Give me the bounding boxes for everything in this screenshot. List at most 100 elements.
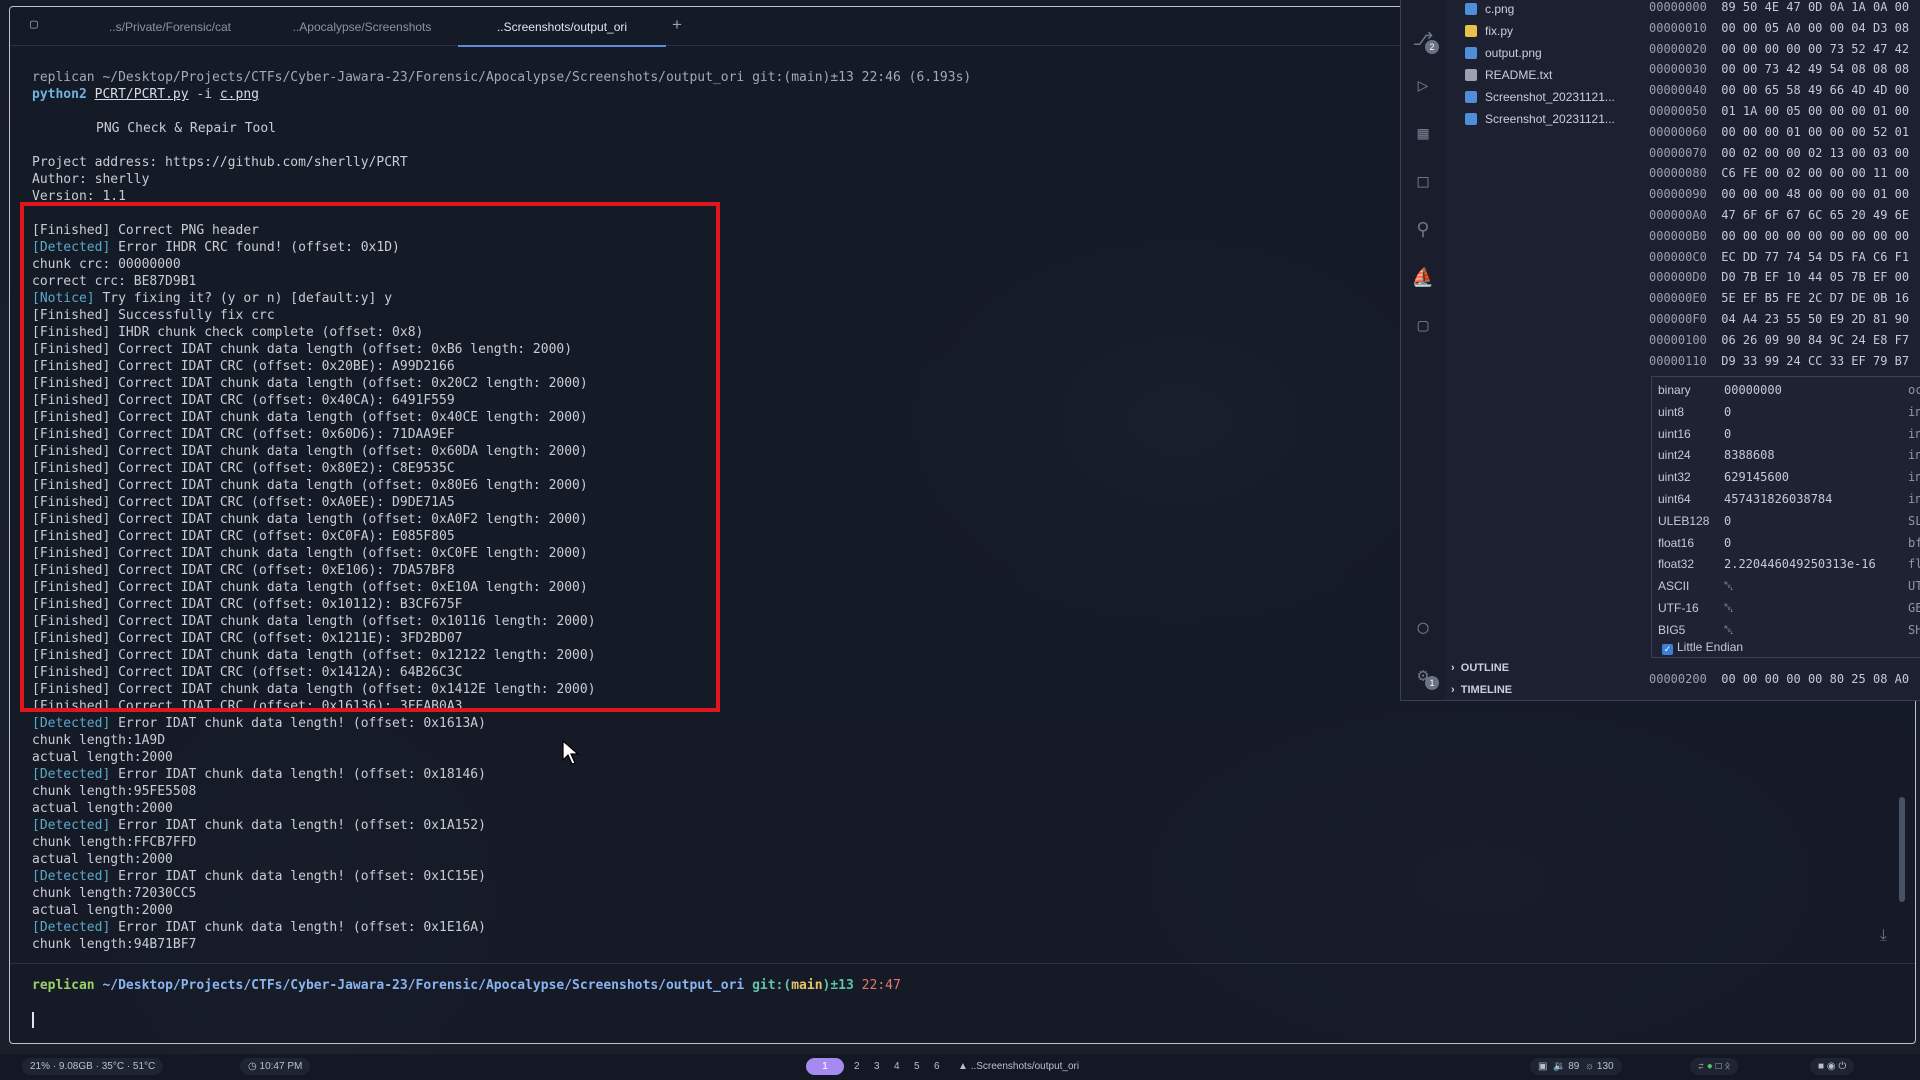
hex-row[interactable]: 00000200 00 00 00 00 00 80 25 08 A0 (1649, 670, 1909, 688)
hex-bytes[interactable]: D0 7B EF 10 44 05 7B EF 00 (1721, 270, 1909, 284)
hex-row[interactable]: 000000B0 00 00 00 00 00 00 00 00 00 (1649, 227, 1909, 245)
hex-bytes[interactable]: 47 6F 6F 67 6C 65 20 49 6E (1721, 208, 1909, 222)
prompt-line-current: replican ~/Desktop/Projects/CTFs/Cyber-J… (32, 978, 901, 993)
tab-private-forensic-cat[interactable]: ..s/Private/Forensic/cat (80, 7, 260, 45)
hex-bytes[interactable]: 01 1A 00 05 00 00 00 01 00 (1721, 104, 1909, 118)
hex-row[interactable]: 00000070 00 02 00 00 02 13 00 03 00 (1649, 144, 1909, 162)
remote-explorer-icon[interactable]: □ (1411, 170, 1435, 194)
scroll-to-bottom-icon[interactable]: ⤓ (1880, 925, 1887, 945)
tab-screenshots-output-ori[interactable]: ..Screenshots/output_ori (458, 7, 666, 47)
tray-indicators[interactable]: ▣ 🔉 89 ☼ 130 (1530, 1058, 1622, 1075)
vscode-window[interactable]: ⎇ 2 ▷ ▦ □ ⚲ ⛵ ▢ ◯ ⚙ 1 c.png fix.py output.… (1400, 0, 1920, 701)
hex-bytes[interactable]: 00 00 00 48 00 00 00 01 00 (1721, 187, 1909, 201)
hex-bytes[interactable]: 89 50 4E 47 0D 0A 1A 0A 00 (1721, 0, 1909, 14)
inspector-value: ␀ (1724, 579, 1734, 594)
extensions-icon[interactable]: ▦ (1411, 122, 1435, 146)
hex-row[interactable]: 00000090 00 00 00 48 00 00 00 01 00 (1649, 185, 1909, 203)
testing-icon[interactable]: ⚲ (1411, 218, 1435, 242)
inspector-row: float16 0 bf (1658, 534, 1920, 552)
inspector-key: uint24 (1658, 448, 1691, 463)
hex-bytes[interactable]: 00 00 65 58 49 66 4D 4D 00 (1721, 83, 1909, 97)
terminal-scrollbar[interactable] (1899, 797, 1905, 902)
inspector-value: 0 (1724, 404, 1732, 419)
hex-bytes[interactable]: EC DD 77 74 54 D5 FA C6 F1 (1721, 250, 1909, 264)
explorer-file-item[interactable]: Screenshot_20231121... (1465, 87, 1615, 107)
new-tab-button[interactable]: + (672, 15, 682, 35)
hex-bytes[interactable]: 00 00 73 42 49 54 08 08 08 (1721, 62, 1909, 76)
hex-row[interactable]: 000000A0 47 6F 6F 67 6C 65 20 49 6E (1649, 206, 1909, 224)
account-icon[interactable]: ◯ (1411, 616, 1435, 640)
output-line: actual length:2000 (32, 851, 173, 868)
file-icon (1465, 3, 1477, 15)
hex-row[interactable]: 00000110 D9 33 99 24 CC 33 EF 79 B7 (1649, 352, 1909, 370)
inspector-type-label: bf (1908, 535, 1920, 550)
output-line: actual length:2000 (32, 749, 173, 766)
explorer-file-item[interactable]: Screenshot_20231121... (1465, 109, 1615, 129)
hex-row[interactable]: 00000010 00 00 05 A0 00 00 04 D3 08 (1649, 19, 1909, 37)
inspector-value: 0 (1724, 513, 1732, 528)
hex-bytes[interactable]: 06 26 09 90 84 9C 24 E8 F7 (1721, 333, 1909, 347)
file-name: Screenshot_20231121... (1485, 90, 1615, 104)
workspace-3[interactable]: 3 (874, 1058, 880, 1075)
clock-icon: ◷ (248, 1061, 257, 1072)
workspace-5[interactable]: 5 (914, 1058, 920, 1075)
hex-bytes[interactable]: 5E EF B5 FE 2C D7 DE 0B 16 (1721, 291, 1909, 305)
hex-bytes[interactable]: 00 02 00 00 02 13 00 03 00 (1721, 146, 1909, 160)
workspace-4[interactable]: 4 (894, 1058, 900, 1075)
output-line: chunk length:FFCB7FFD (32, 834, 196, 851)
hex-bytes[interactable]: 04 A4 23 55 50 E9 2D 81 90 (1721, 312, 1909, 326)
bluetooth-icon: ᛟ (1724, 1061, 1731, 1072)
output-text: chunk length:1A9D (32, 733, 166, 748)
hex-row[interactable]: 000000D0 D0 7B EF 10 44 05 7B EF 00 (1649, 268, 1909, 286)
sidebar-toggle-icon[interactable]: ▢ (30, 18, 44, 31)
hex-row[interactable]: 000000C0 EC DD 77 74 54 D5 FA C6 F1 (1649, 248, 1909, 266)
hex-row[interactable]: 00000020 00 00 00 00 00 73 52 47 42 (1649, 40, 1909, 58)
output-line: [Detected] Error IDAT chunk data length!… (32, 766, 486, 783)
status-tag: [Detected] (32, 716, 111, 731)
explorer-file-item[interactable]: fix.py (1465, 21, 1513, 41)
hex-bytes[interactable]: D9 33 99 24 CC 33 EF 79 B7 (1721, 354, 1909, 368)
tab-apocalypse-screenshots[interactable]: ..Apocalypse/Screenshots (272, 7, 452, 45)
explorer-file-item[interactable]: c.png (1465, 0, 1514, 19)
status-tag: [Detected] (32, 869, 111, 884)
explorer-file-item[interactable]: output.png (1465, 43, 1542, 63)
wifi-icon: ◉ (1826, 1061, 1836, 1072)
hex-row[interactable]: 00000030 00 00 73 42 49 54 08 08 08 (1649, 60, 1909, 78)
inspector-key: ULEB128 (1658, 513, 1710, 528)
comments-icon[interactable]: ▢ (1411, 314, 1435, 338)
workspace-2[interactable]: 2 (854, 1058, 860, 1075)
power-icon: ⏻ (1838, 1061, 1847, 1072)
run-debug-icon[interactable]: ▷ (1411, 74, 1435, 98)
outline-section[interactable]: › OUTLINE (1451, 658, 1509, 678)
timeline-section[interactable]: › TIMELINE (1451, 680, 1512, 700)
hex-row[interactable]: 000000E0 5E EF B5 FE 2C D7 DE 0B 16 (1649, 289, 1909, 307)
hex-bytes[interactable]: 00 00 00 01 00 00 00 52 01 (1721, 125, 1909, 139)
inspector-key: uint16 (1658, 426, 1691, 441)
hex-row[interactable]: 00000060 00 00 00 01 00 00 00 52 01 (1649, 123, 1909, 141)
hex-row[interactable]: 00000080 C6 FE 00 02 00 00 00 11 00 (1649, 164, 1909, 182)
workspace-6[interactable]: 6 (934, 1058, 940, 1075)
docker-icon[interactable]: ⛵ (1411, 266, 1435, 290)
hex-row[interactable]: 00000050 01 1A 00 05 00 00 00 01 00 (1649, 102, 1909, 120)
workspace-1[interactable]: 1 (806, 1058, 844, 1075)
little-endian-checkbox[interactable]: ✓ Little Endian (1662, 640, 1743, 655)
inspector-type-label: int (1908, 492, 1920, 506)
hex-row[interactable]: 00000040 00 00 65 58 49 66 4D 4D 00 (1649, 81, 1909, 99)
tray-system[interactable]: ■ ◉ ⏻ (1810, 1058, 1855, 1075)
hex-address: 000000E0 (1649, 291, 1707, 306)
hex-row[interactable]: 00000000 89 50 4E 47 0D 0A 1A 0A 00 (1649, 0, 1909, 16)
hex-bytes[interactable]: 00 00 05 A0 00 00 04 D3 08 (1721, 21, 1909, 35)
hex-row[interactable]: 00000100 06 26 09 90 84 9C 24 E8 F7 (1649, 331, 1909, 349)
hex-address: 00000100 (1649, 332, 1707, 347)
hex-bytes[interactable]: 00 00 00 00 00 73 52 47 42 (1721, 42, 1909, 56)
hex-address: 00000040 (1649, 83, 1707, 98)
output-text: chunk length:FFCB7FFD (32, 835, 197, 850)
hex-row[interactable]: 000000F0 04 A4 23 55 50 E9 2D 81 90 (1649, 310, 1909, 328)
hex-bytes[interactable]: 00 00 00 00 00 00 00 00 00 (1721, 229, 1909, 243)
explorer-file-item[interactable]: README.txt (1465, 65, 1552, 85)
file-icon (1465, 91, 1477, 103)
hex-bytes[interactable]: C6 FE 00 02 00 00 00 11 00 (1721, 166, 1909, 180)
tray-apps[interactable]: ⇄ ● □ ᛟ (1690, 1058, 1739, 1075)
output-text: Error IDAT chunk data length! (offset: 0… (110, 767, 486, 782)
hex-address: 00000050 (1649, 104, 1707, 118)
